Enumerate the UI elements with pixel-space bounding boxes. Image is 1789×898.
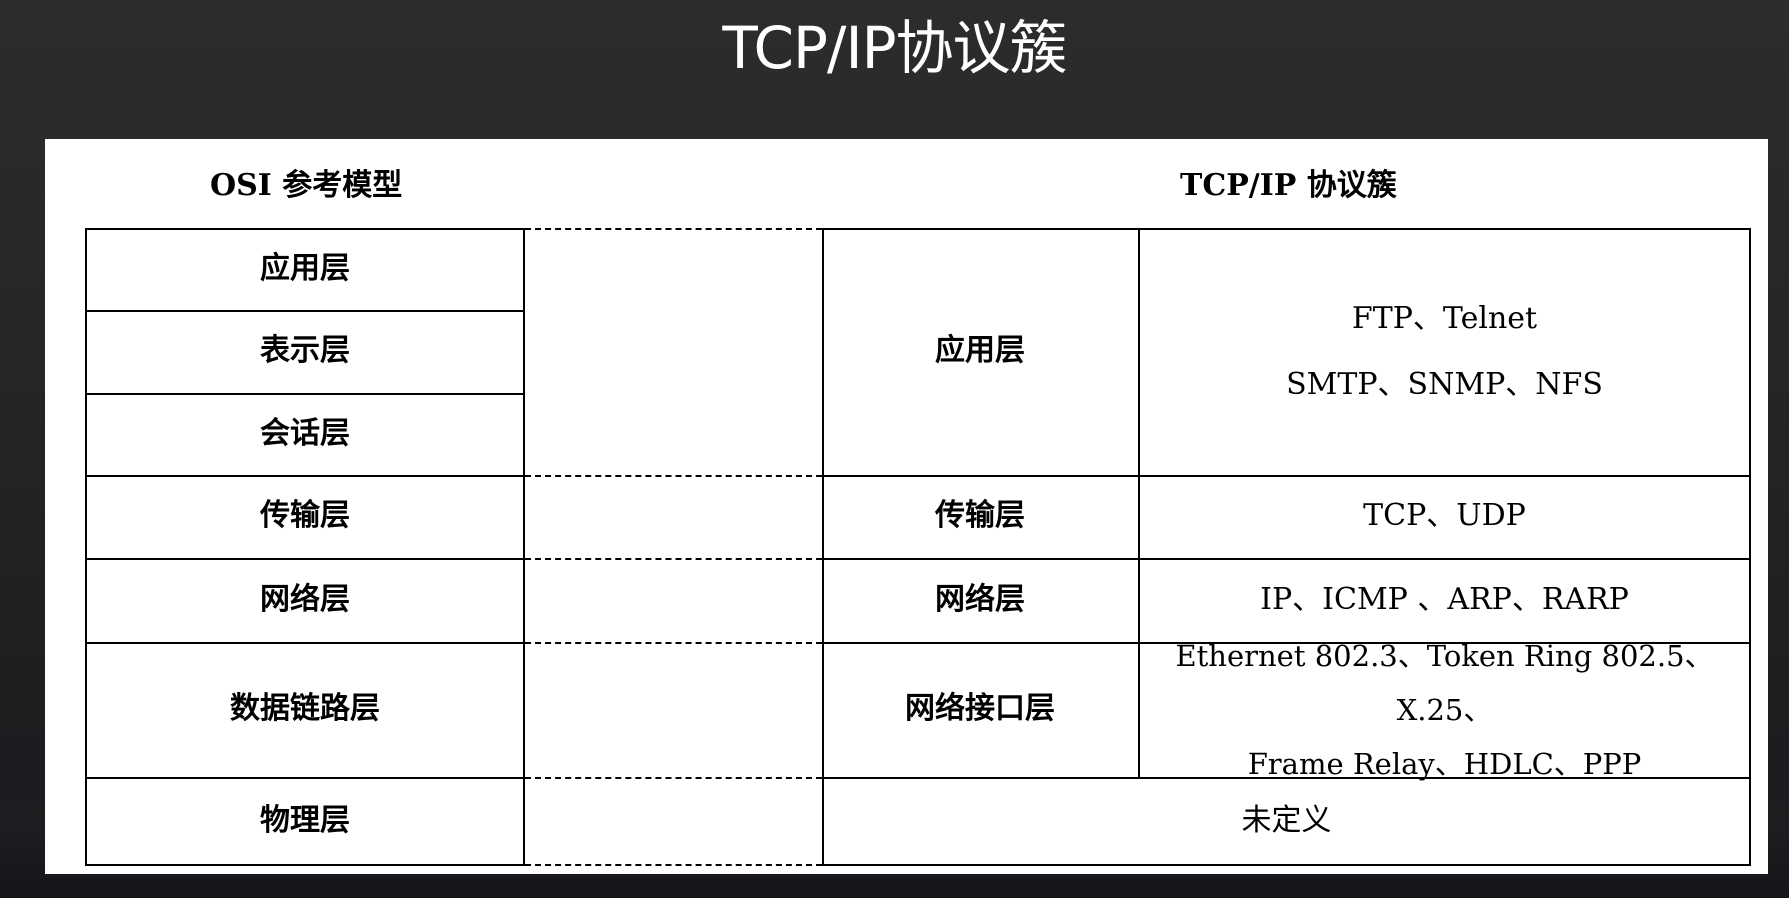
dashed-connector: [525, 642, 822, 644]
osi-layer-network: 网络层: [260, 581, 350, 617]
application-protocols: FTP、Telnet SMTP、SNMP、NFS: [1138, 228, 1751, 475]
osi-layer-session: 会话层: [260, 415, 350, 451]
tcpip-layer-network-interface: 网络接口层: [905, 691, 1055, 727]
diagram-panel: OSI 参考模型 TCP/IP 协议簇 应用层 表示层 会话层 传输层 网络层 …: [45, 139, 1768, 874]
application-protocols-line1: FTP、Telnet: [1351, 300, 1538, 336]
tcpip-header: TCP/IP 协议簇: [1180, 168, 1397, 203]
osi-layer-physical: 物理层: [260, 803, 350, 839]
application-protocols-line2: SMTP、SNMP、NFS: [1286, 366, 1603, 402]
dashed-connector: [525, 228, 822, 230]
tcpip-layer-application: 应用层: [935, 333, 1025, 369]
osi-header: OSI 参考模型: [210, 168, 403, 203]
link-protocols: Ethernet 802.3、Token Ring 802.5、X.25、 Fr…: [1138, 639, 1751, 781]
osi-layer-application: 应用层: [260, 250, 350, 286]
physical-undefined: 未定义: [1241, 803, 1332, 839]
dashed-connector: [525, 475, 822, 477]
dashed-connector: [525, 864, 822, 866]
tcpip-layer-network: 网络层: [935, 581, 1025, 617]
dashed-connector: [525, 777, 822, 779]
link-protocols-line1: Ethernet 802.3、Token Ring 802.5、X.25、: [1175, 638, 1714, 727]
slide-title: TCP/IP协议簇: [722, 14, 1067, 82]
tcpip-layer-transport: 传输层: [935, 498, 1025, 534]
transport-protocols: TCP、UDP: [1363, 498, 1526, 534]
dashed-connector: [525, 558, 822, 560]
osi-layer-presentation: 表示层: [260, 333, 350, 369]
osi-layer-transport: 传输层: [260, 498, 350, 534]
osi-layer-datalink: 数据链路层: [230, 691, 380, 727]
